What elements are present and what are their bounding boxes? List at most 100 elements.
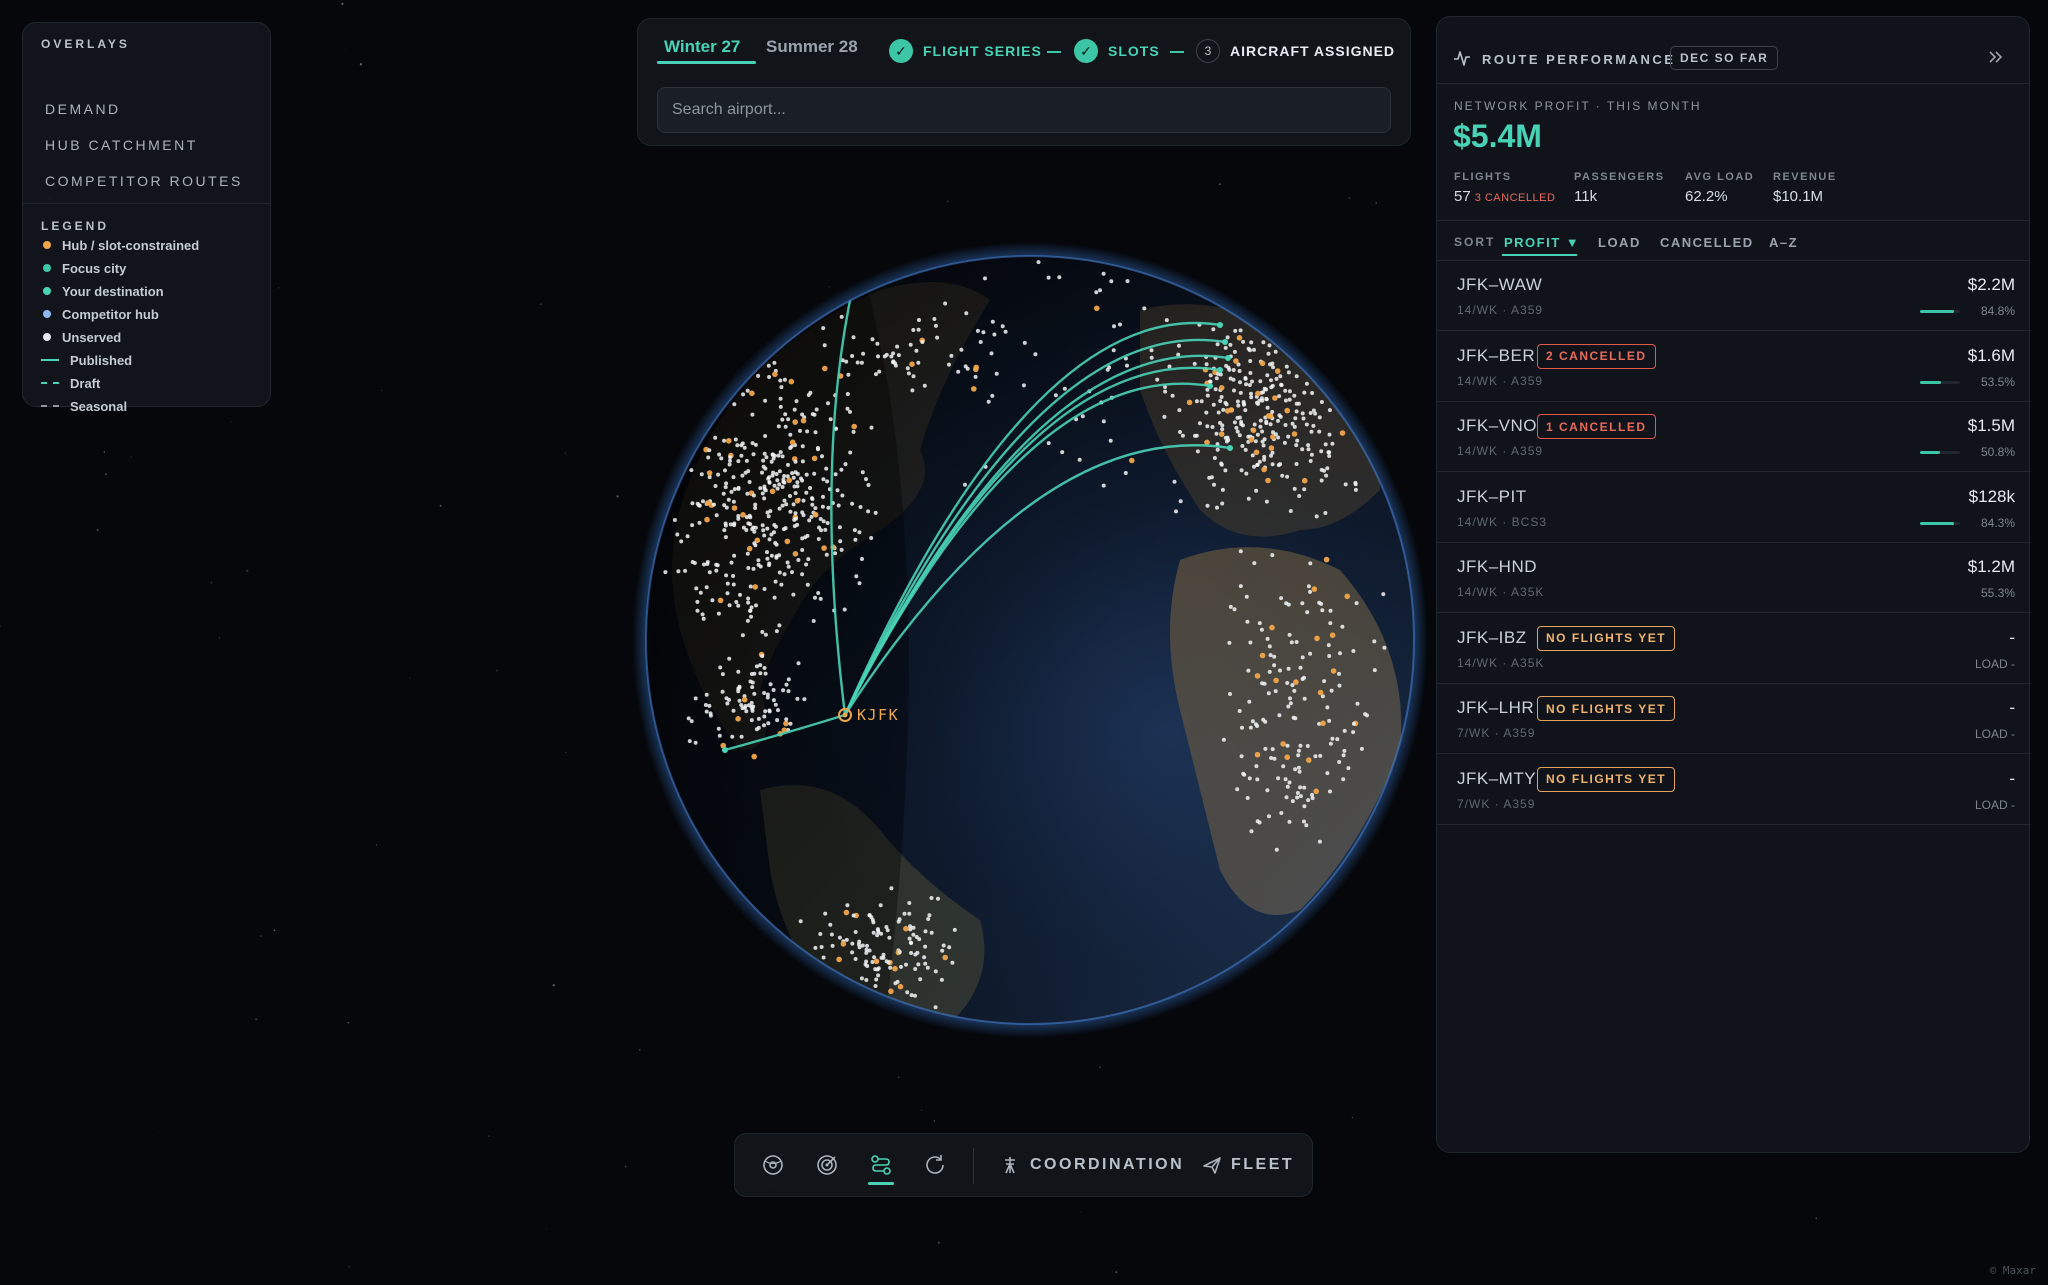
airport-dot	[844, 937, 849, 942]
airport-dot	[1270, 462, 1275, 467]
airport-dot	[793, 459, 798, 464]
hub-airport-dot	[1094, 305, 1100, 312]
legend-dot-icon	[43, 287, 51, 295]
airport-dot	[723, 485, 728, 490]
tab-summer-28[interactable]: Summer 28	[766, 37, 858, 57]
airport-dot	[897, 917, 902, 922]
airport-dot	[761, 458, 766, 463]
airport-dot	[1250, 379, 1254, 384]
route-row[interactable]: JFK–VNO 1 CANCELLED 14/WK · A359 $1.5M 50.8%	[1437, 402, 2031, 472]
step-flight-series[interactable]: FLIGHT SERIES	[923, 43, 1042, 59]
airport-dot	[1346, 766, 1351, 771]
airport-dot	[1238, 584, 1243, 589]
refresh-icon[interactable]	[922, 1152, 948, 1178]
hub-airport-dot	[1204, 439, 1210, 446]
route-row[interactable]: JFK–IBZ NO FLIGHTS YET 14/WK · A35K - LOAD -	[1437, 614, 2031, 684]
routes-icon[interactable]	[868, 1152, 894, 1178]
airport-dot	[816, 537, 821, 541]
overlay-hub-catchment[interactable]: HUB CATCHMENT	[45, 137, 198, 153]
airport-dot	[732, 487, 737, 492]
airport-dot	[1094, 290, 1099, 295]
airport-dot	[1214, 431, 1219, 436]
route-row[interactable]: JFK–HND 14/WK · A35K $1.2M 55.3%	[1437, 543, 2031, 613]
airport-dot	[933, 323, 938, 328]
airport-dot	[800, 572, 805, 577]
airport-dot	[775, 718, 780, 723]
airport-dot	[1172, 479, 1177, 484]
star	[1218, 183, 1221, 186]
overlay-demand[interactable]: DEMAND	[45, 101, 121, 117]
airport-dot	[783, 526, 788, 531]
coordination-button[interactable]: COORDINATION	[1030, 1156, 1184, 1174]
airport-dot	[843, 462, 848, 467]
airport-dot	[1241, 339, 1246, 344]
star	[946, 200, 949, 202]
airport-dot	[1298, 785, 1303, 790]
sort-load[interactable]: LOAD	[1598, 235, 1641, 250]
route-row[interactable]: JFK–MTY NO FLIGHTS YET 7/WK · A359 - LOAD -	[1437, 755, 2031, 825]
sort-profit[interactable]: PROFIT ▼	[1504, 235, 1580, 250]
route-row[interactable]: JFK–PIT 14/WK · BCS3 $128k 84.3%	[1437, 473, 2031, 543]
hub-label: KJFK	[857, 706, 899, 724]
airport-dot	[704, 692, 709, 697]
star	[624, 1165, 627, 1168]
route-row[interactable]: JFK–WAW 14/WK · A359 $2.2M 84.8%	[1437, 261, 2031, 331]
step-aircraft-assigned[interactable]: AIRCRAFT ASSIGNED	[1230, 43, 1395, 59]
sort-a-z[interactable]: A–Z	[1769, 235, 1798, 250]
airport-dot	[740, 473, 745, 478]
airport-dot	[728, 455, 733, 460]
globe-map[interactable]: KJFK	[620, 230, 1440, 1060]
airport-dot	[1296, 753, 1301, 758]
airport-dot	[762, 496, 767, 501]
airport-dot	[1280, 473, 1285, 478]
airport-dot	[1257, 459, 1262, 464]
airport-dot	[777, 482, 782, 487]
airport-dot	[1108, 438, 1113, 443]
airport-dot	[807, 518, 812, 523]
airport-dot	[1125, 363, 1129, 368]
airport-dot	[1342, 748, 1347, 753]
tab-winter-27[interactable]: Winter 27	[664, 37, 740, 57]
hub-airport-dot	[1272, 395, 1278, 401]
airport-dot	[724, 573, 729, 578]
airport-dot	[975, 328, 980, 333]
airport-dot	[906, 371, 911, 376]
fleet-button[interactable]: FLEET	[1231, 1156, 1294, 1174]
airport-dot	[745, 388, 750, 393]
airport-dot	[727, 697, 731, 702]
airport-dot	[1327, 432, 1332, 437]
airport-dot	[804, 472, 809, 477]
airport-dot	[964, 311, 969, 316]
collapse-panel-icon[interactable]	[1984, 45, 2008, 69]
route-profit: -	[2009, 698, 2015, 717]
airport-dot	[1286, 434, 1291, 439]
airport-dot	[1233, 328, 1238, 333]
stat-flights-value: 57 3 CANCELLED	[1454, 188, 1555, 205]
star	[96, 528, 99, 531]
route-row[interactable]: JFK–LHR NO FLIGHTS YET 7/WK · A359 - LOAD -	[1437, 684, 2031, 754]
airport-dot	[722, 528, 727, 533]
airport-dot	[754, 727, 759, 732]
airport-dot	[746, 521, 751, 526]
airport-dot	[893, 981, 898, 986]
step-slots[interactable]: SLOTS	[1108, 43, 1160, 59]
globe-view-icon[interactable]	[760, 1152, 786, 1178]
airport-dot	[1218, 420, 1222, 425]
airport-dot	[727, 462, 732, 467]
route-row[interactable]: JFK–BER 2 CANCELLED 14/WK · A359 $1.6M 53.5%	[1437, 332, 2031, 402]
airport-dot	[844, 359, 849, 364]
target-icon[interactable]	[814, 1152, 840, 1178]
airport-dot	[758, 486, 763, 491]
airport-dot	[1208, 373, 1213, 378]
airport-dot	[698, 590, 703, 595]
overlay-competitor-routes[interactable]: COMPETITOR ROUTES	[45, 173, 243, 189]
airport-dot	[866, 483, 871, 487]
airport-dot	[1294, 409, 1299, 414]
sort-cancelled[interactable]: CANCELLED	[1660, 235, 1754, 250]
destination-dot	[1207, 383, 1213, 389]
route-name: JFK–WAW	[1457, 275, 1543, 294]
airport-dot	[717, 733, 722, 738]
airport-dot	[860, 557, 864, 561]
search-airport-input[interactable]	[657, 87, 1391, 133]
map-toolbar: COORDINATION FLEET	[734, 1133, 1313, 1197]
